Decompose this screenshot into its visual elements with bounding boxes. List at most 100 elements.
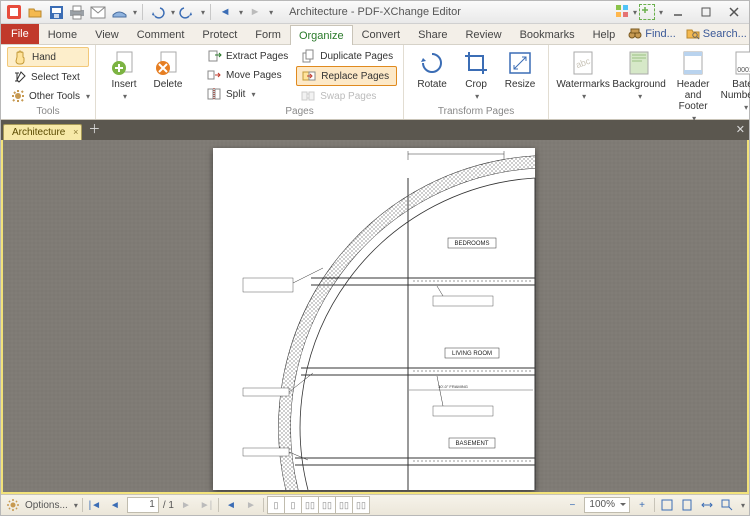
close-tab-icon[interactable]: × [73,127,78,137]
menu-tabs: File Home View Comment Protect Form Orga… [1,24,749,45]
tab-protect[interactable]: Protect [193,24,246,44]
insert-button[interactable]: Insert ▾ [102,47,146,101]
group-page-marks: abcWatermarks▾ Background▾ Header and Fo… [549,45,750,119]
tab-file[interactable]: File [1,24,39,44]
search-button[interactable]: Search... [682,27,750,42]
watermarks-button[interactable]: abcWatermarks▾ [555,47,611,101]
nav-back-dropdown[interactable]: ▾ [239,8,243,17]
move-pages[interactable]: Move Pages [202,66,292,84]
fit-actual-icon[interactable] [659,497,675,513]
header-footer-button[interactable]: Header and Footer▾ [667,47,719,123]
ui-options-dropdown[interactable]: ▾ [633,8,637,17]
background-button[interactable]: Background▾ [611,47,667,101]
tab-convert[interactable]: Convert [353,24,410,44]
options-dropdown[interactable]: ▾ [74,501,78,510]
page-canvas: 30'-0" FRAMING BEDROOMS LIVING ROOM BASE… [213,148,535,490]
delete-button[interactable]: Delete [146,47,190,90]
fit-page-icon[interactable] [679,497,695,513]
hand-tool[interactable]: Hand [7,47,89,67]
prev-page-icon[interactable]: ◄ [107,497,123,513]
tab-review[interactable]: Review [456,24,510,44]
watermark-icon: abc [569,49,597,77]
first-page-icon[interactable]: |◄ [87,497,103,513]
document-viewport[interactable]: 30'-0" FRAMING BEDROOMS LIVING ROOM BASE… [1,140,749,494]
crop-icon [462,49,490,77]
qat-dropdown-icon[interactable]: ▾ [133,8,137,17]
nav-fwd-dropdown[interactable]: ▾ [269,8,273,17]
new-tab-button[interactable]: ＋ [88,120,100,137]
crop-button[interactable]: Crop▾ [454,47,498,101]
tab-home[interactable]: Home [39,24,86,44]
launch-icon[interactable] [639,4,655,20]
launch-dropdown[interactable]: ▾ [659,8,663,17]
svg-text:0001: 0001 [737,67,750,74]
select-text-tool[interactable]: Select Text [7,68,89,86]
page-number-input[interactable]: 1 [127,497,159,513]
quick-access-toolbar: ▾ ▾ ▾ ◄ ▾ ► ▾ [1,3,273,21]
save-icon[interactable] [47,3,65,21]
undo-dropdown-icon[interactable]: ▾ [171,8,175,17]
tab-view[interactable]: View [86,24,128,44]
layout-two-cont-icon[interactable]: ▯▯ [318,496,336,514]
titlebar: ▾ ▾ ▾ ◄ ▾ ► ▾ Architecture - PDF-XChange… [1,1,749,24]
tab-bookmarks[interactable]: Bookmarks [511,24,584,44]
close-button[interactable] [721,3,747,21]
undo-icon[interactable] [148,3,166,21]
tab-comment[interactable]: Comment [128,24,194,44]
group-insert-delete: Insert ▾ Delete [96,45,196,119]
zoom-in-icon[interactable]: + [634,497,650,513]
layout-book-icon[interactable]: ▯▯ [335,496,353,514]
duplicate-pages[interactable]: Duplicate Pages [296,47,397,65]
options-label[interactable]: Options... [25,500,68,511]
resize-button[interactable]: Resize [498,47,542,90]
document-tab[interactable]: Architecture × [3,124,82,140]
scan-icon[interactable] [110,3,128,21]
redo-dropdown-icon[interactable]: ▾ [201,8,205,17]
other-tools[interactable]: Other Tools ▾ [7,87,89,105]
options-gear-icon[interactable] [5,497,21,513]
nav-back-icon[interactable]: ◄ [216,3,234,21]
tab-share[interactable]: Share [409,24,456,44]
layout-single-icon[interactable]: ▯ [267,496,285,514]
open-icon[interactable] [26,3,44,21]
layout-book-cont-icon[interactable]: ▯▯ [352,496,370,514]
maximize-button[interactable] [693,3,719,21]
extract-pages[interactable]: Extract Pages [202,47,292,65]
page-total: / 1 [163,500,174,511]
replace-pages[interactable]: Replace Pages [296,66,397,86]
split-pages[interactable]: Split▾ [202,85,292,103]
gear-icon [11,88,25,104]
header-footer-icon [679,49,707,77]
layout-two-icon[interactable]: ▯▯ [301,496,319,514]
fit-width-icon[interactable] [699,497,715,513]
move-icon [206,67,222,83]
text-cursor-icon [11,69,27,85]
tab-organize[interactable]: Organize [290,25,353,45]
minimize-button[interactable] [665,3,691,21]
ui-options-icon[interactable] [615,4,629,21]
zoom-menu-dropdown[interactable]: ▾ [741,501,745,510]
tab-help[interactable]: Help [584,24,625,44]
history-fwd-icon: ► [243,497,259,513]
find-button[interactable]: Find... [624,27,680,42]
redo-icon[interactable] [178,3,196,21]
close-pane-button[interactable]: ✕ [736,123,745,136]
zoom-out-icon[interactable]: − [564,497,580,513]
layout-continuous-icon[interactable]: ▯ [284,496,302,514]
split-icon [206,86,222,102]
print-icon[interactable] [68,3,86,21]
bates-button[interactable]: 0001Bates Numbering▾ [719,47,750,112]
page-layout-buttons[interactable]: ▯ ▯ ▯▯ ▯▯ ▯▯ ▯▯ [268,496,370,514]
zoom-combo[interactable]: 100% [584,497,630,513]
history-back-icon[interactable]: ◄ [223,497,239,513]
mail-icon[interactable] [89,3,107,21]
replace-icon [301,68,317,84]
group-pages-label: Pages [202,105,397,119]
svg-text:30'-0" FRAMING: 30'-0" FRAMING [438,384,468,389]
other-tools-label: Other Tools [29,91,80,102]
zoom-selection-icon[interactable] [719,497,735,513]
nav-fwd-icon: ► [246,3,264,21]
rotate-button[interactable]: Rotate [410,47,454,90]
tab-form[interactable]: Form [246,24,290,44]
swap-pages[interactable]: Swap Pages [296,87,397,105]
